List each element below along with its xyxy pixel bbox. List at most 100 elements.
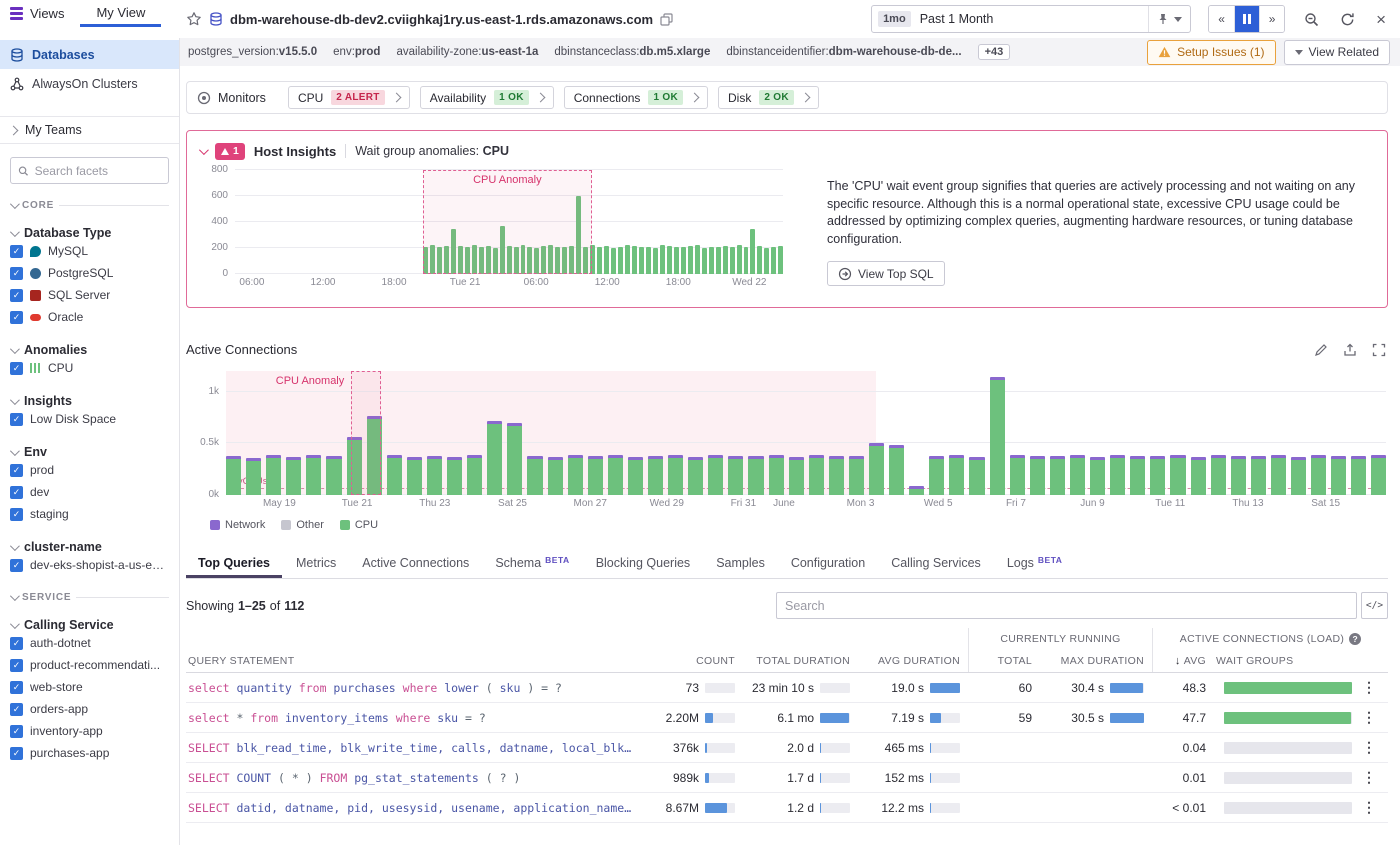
query-statement[interactable]: SELECT COUNT ( * ) FROM pg_stat_statemen… — [188, 771, 520, 785]
query-statement[interactable]: select * from inventory_items where sku … — [188, 711, 486, 725]
chart-bar[interactable] — [681, 247, 686, 274]
facet-item-mysql[interactable]: ✓MySQL — [0, 240, 179, 262]
tag[interactable]: env:prod — [333, 46, 380, 58]
chart-bar[interactable] — [1371, 455, 1386, 495]
sidebar-item-alwayson-clusters[interactable]: AlwaysOn Clusters — [0, 69, 179, 98]
chart-bar[interactable] — [889, 445, 904, 495]
chart-bar[interactable] — [969, 457, 984, 495]
monitor-pill-availability[interactable]: Availability1 OK — [420, 86, 554, 109]
tab-logs[interactable]: LogsBETA — [995, 548, 1075, 578]
facet-group-header[interactable]: Calling Service — [0, 618, 179, 632]
chart-bar[interactable] — [778, 246, 783, 274]
checkbox[interactable]: ✓ — [10, 747, 23, 760]
favorite-star-icon[interactable] — [186, 11, 202, 27]
facet-item-inventory-app[interactable]: ✓inventory-app — [0, 720, 179, 742]
tag[interactable]: dbinstanceclass:db.m5.xlarge — [554, 46, 710, 58]
fullscreen-icon[interactable] — [1372, 343, 1386, 357]
view-related-button[interactable]: View Related — [1284, 40, 1391, 65]
facet-item-web-store[interactable]: ✓web-store — [0, 676, 179, 698]
facet-group-header[interactable]: Database Type — [0, 226, 179, 240]
chart-bar[interactable] — [809, 455, 824, 495]
tab-metrics[interactable]: Metrics — [284, 548, 348, 578]
table-row[interactable]: SELECT COUNT ( * ) FROM pg_stat_statemen… — [186, 763, 1388, 793]
chart-bar[interactable] — [1170, 455, 1185, 495]
chevron-down-icon[interactable] — [10, 199, 20, 209]
chart-bar[interactable] — [702, 248, 707, 274]
chart-bar[interactable] — [990, 377, 1005, 495]
facet-item-purchases-app[interactable]: ✓purchases-app — [0, 742, 179, 764]
chart-bar[interactable] — [507, 423, 522, 495]
checkbox[interactable]: ✓ — [10, 725, 23, 738]
chart-bar[interactable] — [1311, 455, 1326, 495]
views-menu[interactable]: Views — [10, 0, 64, 27]
chart-bar[interactable] — [387, 455, 402, 495]
facet-item-oracle[interactable]: ✓Oracle — [0, 306, 179, 328]
chart-bar[interactable] — [527, 456, 542, 495]
table-row[interactable]: SELECT blk_read_time, blk_write_time, ca… — [186, 733, 1388, 763]
query-statement[interactable]: SELECT blk_read_time, blk_write_time, ca… — [188, 741, 631, 755]
row-menu-button[interactable]: ⋮ — [1358, 799, 1380, 816]
chart-bar[interactable] — [869, 443, 884, 495]
chart-bar[interactable] — [246, 458, 261, 495]
facet-group-header[interactable]: cluster-name — [0, 540, 179, 554]
chart-bar[interactable] — [286, 457, 301, 495]
facet-search-input[interactable] — [35, 164, 161, 178]
refresh-button[interactable] — [1338, 10, 1357, 29]
chart-bar[interactable] — [744, 247, 749, 274]
tab-schema[interactable]: SchemaBETA — [483, 548, 581, 578]
chart-bar[interactable] — [467, 455, 482, 495]
tab-calling-services[interactable]: Calling Services — [879, 548, 993, 578]
checkbox[interactable]: ✓ — [10, 289, 23, 302]
chart-bar[interactable] — [618, 247, 623, 274]
backward-button[interactable]: « — [1209, 6, 1234, 32]
chart-bar[interactable] — [1351, 456, 1366, 495]
chart-bar[interactable] — [632, 246, 637, 274]
chart-bar[interactable] — [1130, 456, 1145, 495]
chart-bar[interactable] — [728, 456, 743, 495]
checkbox[interactable]: ✓ — [10, 245, 23, 258]
chart-bar[interactable] — [849, 456, 864, 495]
export-icon[interactable] — [1343, 343, 1357, 357]
chart-bar[interactable] — [1010, 455, 1025, 495]
chart-bar[interactable] — [1110, 455, 1125, 495]
chart-bar[interactable] — [730, 247, 735, 274]
tag[interactable]: postgres_version:v15.5.0 — [188, 46, 317, 58]
pause-button[interactable] — [1234, 6, 1259, 32]
chart-bar[interactable] — [716, 247, 721, 274]
chart-bar[interactable] — [639, 247, 644, 274]
facet-item-prod[interactable]: ✓prod — [0, 459, 179, 481]
chart-bar[interactable] — [688, 246, 693, 274]
checkbox[interactable]: ✓ — [10, 464, 23, 477]
checkbox[interactable]: ✓ — [10, 637, 23, 650]
chart-bar[interactable] — [771, 247, 776, 274]
row-menu-button[interactable]: ⋮ — [1358, 739, 1380, 756]
chart-bar[interactable] — [487, 421, 502, 495]
setup-issues-button[interactable]: Setup Issues (1) — [1147, 40, 1275, 65]
time-range-selector[interactable]: 1mo Past 1 Month — [871, 5, 1191, 33]
active-connections-plot[interactable]: 0k0.5k1k4 vCPUsCPU Anomaly — [226, 371, 1386, 495]
chart-bar[interactable] — [1211, 455, 1226, 495]
checkbox[interactable]: ✓ — [10, 413, 23, 426]
chart-bar[interactable] — [789, 457, 804, 495]
chart-bar[interactable] — [723, 246, 728, 274]
code-view-button[interactable]: </> — [1361, 592, 1388, 619]
tab-top-queries[interactable]: Top Queries — [186, 548, 282, 578]
tab-blocking-queries[interactable]: Blocking Queries — [584, 548, 703, 578]
pin-timeframe-dropdown[interactable] — [1148, 6, 1190, 32]
view-top-sql-button[interactable]: View Top SQL — [827, 261, 945, 286]
checkbox[interactable]: ✓ — [10, 267, 23, 280]
column-header-avg[interactable]: ↓AVG — [1152, 649, 1214, 672]
chart-bar[interactable] — [1331, 456, 1346, 495]
facet-item-product-recommendati[interactable]: ✓product-recommendati... — [0, 654, 179, 676]
facet-item-postgresql[interactable]: ✓PostgreSQL — [0, 262, 179, 284]
chart-bar[interactable] — [668, 455, 683, 495]
chart-bar[interactable] — [608, 455, 623, 495]
chart-bar[interactable] — [266, 455, 281, 495]
column-header-total[interactable]: TOTAL — [968, 649, 1040, 672]
monitor-pill-cpu[interactable]: CPU2 ALERT — [288, 86, 410, 109]
table-row[interactable]: select * from inventory_items where sku … — [186, 703, 1388, 733]
column-header-avg-duration[interactable]: AVG DURATION — [858, 649, 968, 672]
chart-bar[interactable] — [653, 248, 658, 274]
chart-bar[interactable] — [748, 456, 763, 495]
chart-bar[interactable] — [769, 455, 784, 495]
